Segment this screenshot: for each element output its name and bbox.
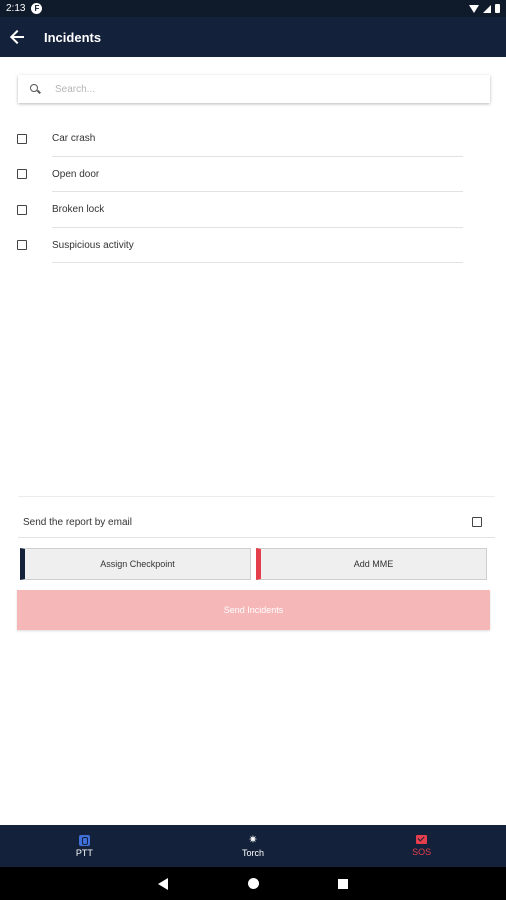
nav-item-ptt[interactable]: PTT — [0, 825, 169, 867]
search-box[interactable] — [18, 75, 490, 103]
assign-checkpoint-button[interactable]: Assign Checkpoint — [20, 548, 251, 580]
incident-row-car-crash[interactable]: Car crash — [0, 121, 506, 157]
email-report-row[interactable]: Send the report by email — [0, 507, 506, 537]
nav-label-ptt: PTT — [75, 847, 93, 858]
app-bar: Incidents — [0, 17, 506, 57]
send-incidents-button[interactable]: Send Incidents — [17, 590, 490, 630]
email-report-checkbox[interactable] — [472, 517, 482, 527]
incident-label: Broken lock — [52, 204, 105, 216]
incident-checkbox[interactable] — [17, 204, 27, 215]
nav-label-sos: SOS — [412, 847, 432, 857]
status-indicators — [469, 4, 500, 13]
search-input[interactable] — [55, 83, 455, 95]
incident-row-open-door[interactable]: Open door — [0, 157, 506, 192]
incident-checkbox[interactable] — [17, 240, 27, 251]
app-notification-icon: F — [31, 3, 43, 14]
alert-envelope-icon — [416, 835, 428, 844]
nav-item-sos[interactable]: SOS — [337, 825, 506, 867]
row-divider — [52, 262, 463, 263]
signal-icon — [483, 4, 491, 13]
status-time: 2:13 — [6, 3, 26, 14]
incident-list: Car crash Open door Broken lock Suspicio… — [0, 121, 506, 263]
incident-row-suspicious-activity[interactable]: Suspicious activity — [0, 228, 506, 263]
email-divider — [18, 537, 495, 538]
incident-row-broken-lock[interactable]: Broken lock — [0, 192, 506, 228]
email-report-label: Send the report by email — [23, 516, 132, 528]
system-nav-bar — [0, 867, 506, 900]
nav-item-torch[interactable]: ✷ Torch — [169, 825, 338, 867]
system-recents-icon[interactable] — [338, 879, 348, 889]
incident-label: Car crash — [52, 133, 96, 145]
section-divider — [18, 496, 495, 497]
add-mme-button[interactable]: Add MME — [256, 548, 487, 580]
system-back-icon[interactable] — [158, 878, 168, 890]
status-bar: 2:13 F — [0, 0, 506, 17]
wifi-icon — [469, 4, 479, 13]
system-home-icon[interactable] — [248, 878, 259, 889]
incident-label: Suspicious activity — [52, 239, 134, 251]
walkie-talkie-icon — [78, 834, 90, 846]
incident-label: Open door — [52, 168, 100, 180]
flashlight-icon: ✷ — [248, 833, 258, 846]
incident-checkbox[interactable] — [17, 169, 27, 180]
battery-icon — [495, 4, 500, 13]
page-title: Incidents — [44, 29, 102, 45]
back-arrow-icon[interactable] — [10, 29, 26, 45]
incident-checkbox[interactable] — [17, 133, 27, 144]
nav-label-torch: Torch — [242, 847, 265, 858]
bottom-nav: PTT ✷ Torch SOS — [0, 825, 506, 867]
search-icon — [30, 84, 40, 94]
